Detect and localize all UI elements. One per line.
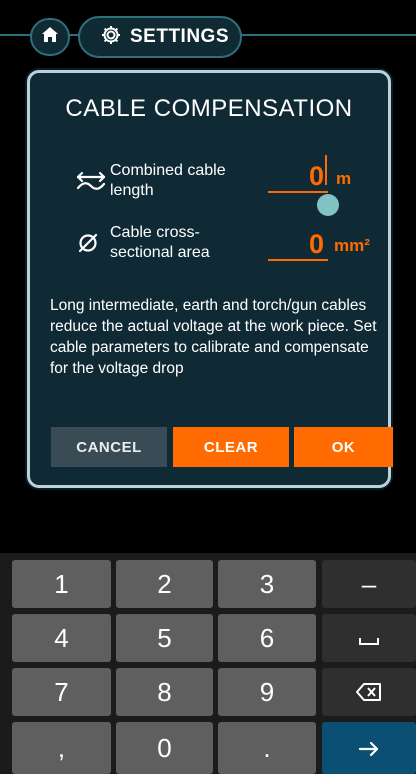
cable-length-icon [76, 169, 106, 198]
cancel-button[interactable]: CANCEL [51, 427, 167, 467]
gear-icon [100, 24, 122, 51]
key-4[interactable]: 4 [12, 614, 111, 662]
text-cursor [325, 155, 327, 185]
key-6[interactable]: 6 [218, 614, 316, 662]
key-8[interactable]: 8 [116, 668, 213, 716]
diameter-icon [76, 231, 100, 260]
ok-button[interactable]: OK [294, 427, 393, 467]
key-7[interactable]: 7 [12, 668, 111, 716]
key-space[interactable] [322, 614, 416, 662]
key-minus[interactable]: – [322, 560, 416, 608]
key-period[interactable]: . [218, 722, 316, 774]
description-text: Long intermediate, earth and torch/gun c… [50, 297, 377, 377]
settings-label: SETTINGS [130, 26, 230, 47]
settings-button[interactable]: SETTINGS [78, 16, 242, 58]
key-2[interactable]: 2 [116, 560, 213, 608]
cable-length-underline [268, 191, 328, 193]
cable-length-label: Combined cable length [110, 162, 226, 199]
numeric-keypad: 1 2 3 – 4 5 6 7 8 9 , 0 . [0, 553, 416, 774]
clear-button[interactable]: CLEAR [173, 427, 289, 467]
cable-area-label: Cable cross-sectional area [110, 224, 210, 261]
key-1[interactable]: 1 [12, 560, 111, 608]
space-icon [358, 623, 380, 654]
backspace-icon [356, 677, 382, 708]
cable-area-underline [268, 259, 328, 261]
top-bar: SETTINGS [0, 0, 416, 58]
key-comma[interactable]: , [12, 722, 111, 774]
home-icon [41, 26, 59, 48]
cable-compensation-dialog: CABLE COMPENSATION Combined cable length… [27, 70, 393, 488]
cable-area-unit: mm² [334, 236, 370, 255]
home-button[interactable] [30, 18, 70, 56]
cable-area-value[interactable]: 0 [276, 229, 324, 260]
key-9[interactable]: 9 [218, 668, 316, 716]
key-enter[interactable] [322, 722, 416, 774]
key-3[interactable]: 3 [218, 560, 316, 608]
key-5[interactable]: 5 [116, 614, 213, 662]
cable-length-value[interactable]: 0 [276, 161, 324, 192]
cable-length-unit: m [336, 169, 352, 188]
key-0[interactable]: 0 [116, 722, 213, 774]
dialog-title: CABLE COMPENSATION [65, 95, 353, 122]
cursor-handle[interactable] [317, 194, 339, 216]
arrow-right-icon [358, 733, 380, 764]
key-backspace[interactable] [322, 668, 416, 716]
